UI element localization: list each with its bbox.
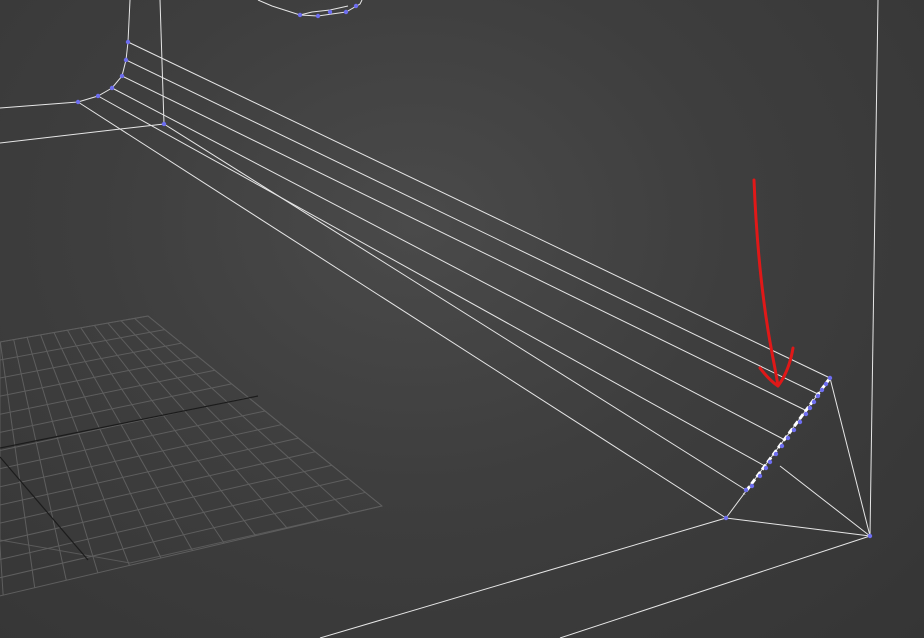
vertex-point[interactable]: [867, 533, 873, 539]
vertex-point[interactable]: [327, 9, 333, 15]
grid-line: [134, 317, 351, 514]
perspective-viewport[interactable]: [0, 0, 924, 638]
floor-edge-left-bottom: [0, 123, 165, 144]
grid-line: [66, 329, 194, 551]
vertex-point[interactable]: [823, 381, 829, 387]
vertex-point[interactable]: [767, 459, 773, 465]
floor-edge-left-top: [0, 101, 79, 109]
vertex-point[interactable]: [803, 411, 809, 417]
vertex-point[interactable]: [109, 85, 115, 91]
vertex-point[interactable]: [297, 12, 303, 18]
grid-line: [0, 437, 299, 506]
vertex-point[interactable]: [119, 73, 125, 79]
wall-edge-right: [869, 0, 879, 537]
vertex-point[interactable]: [749, 483, 755, 489]
vertex-point[interactable]: [797, 419, 803, 425]
vertex-point[interactable]: [161, 121, 167, 127]
baseboard-end: [725, 377, 831, 519]
baseboard-line-4: [111, 87, 786, 441]
baseboard-line-6: [77, 101, 727, 519]
vertex-point[interactable]: [811, 399, 817, 405]
scene-canvas[interactable]: [0, 0, 924, 638]
floor-right-edge: [559, 535, 871, 638]
baseboard-line-1: [127, 41, 831, 379]
baseboard-line-5: [97, 95, 766, 467]
top-molding-inner: [299, 5, 349, 16]
grid-line: [0, 356, 199, 397]
floor-corner-diagonal-2: [779, 465, 871, 537]
vertex-set: [75, 3, 873, 539]
vertex-point[interactable]: [827, 375, 833, 381]
vertex-point[interactable]: [343, 9, 349, 15]
vertex-point[interactable]: [95, 93, 101, 99]
grid-line: [0, 424, 282, 488]
wall-edge-right-inner: [829, 377, 871, 537]
vertex-point[interactable]: [815, 393, 821, 399]
vertex-point[interactable]: [791, 427, 797, 433]
vertex-point[interactable]: [353, 3, 359, 9]
baseboard-line-7: [163, 123, 747, 491]
vertex-point[interactable]: [807, 405, 813, 411]
grid-line: [0, 491, 366, 579]
annotation-arrow-shaft: [752, 178, 780, 388]
vertex-point[interactable]: [773, 451, 779, 457]
grid-line: [0, 464, 332, 542]
home-grid: [0, 315, 384, 597]
vertex-point[interactable]: [779, 443, 785, 449]
grid-line: [93, 325, 257, 537]
vertex-point[interactable]: [123, 57, 129, 63]
baseboard-line-2: [125, 59, 821, 396]
grid-line: [0, 383, 232, 433]
vertex-point[interactable]: [819, 387, 825, 393]
arrow-down-icon: [752, 178, 795, 388]
wall-edge-left-inner: [159, 0, 165, 125]
wall-edge-left: [127, 0, 131, 43]
vertex-point[interactable]: [315, 13, 321, 19]
grid-lines: [0, 315, 383, 597]
vertex-point[interactable]: [757, 473, 763, 479]
vertex-point[interactable]: [763, 465, 769, 471]
vertex-point[interactable]: [785, 435, 791, 441]
baseboard-line-3: [121, 75, 806, 411]
vertex-point[interactable]: [723, 515, 729, 521]
vertex-point[interactable]: [75, 99, 81, 105]
vertex-point[interactable]: [125, 39, 131, 45]
grid-axis-y: [0, 456, 89, 561]
vertex-point[interactable]: [743, 487, 749, 493]
floor-corner-diagonal: [725, 517, 871, 537]
floor-front-edge: [319, 517, 727, 638]
grid-plane: [0, 315, 384, 564]
grid-line: [107, 322, 288, 529]
grid-line: [0, 505, 383, 597]
grid-line: [0, 369, 215, 415]
grid-line: [0, 342, 182, 379]
